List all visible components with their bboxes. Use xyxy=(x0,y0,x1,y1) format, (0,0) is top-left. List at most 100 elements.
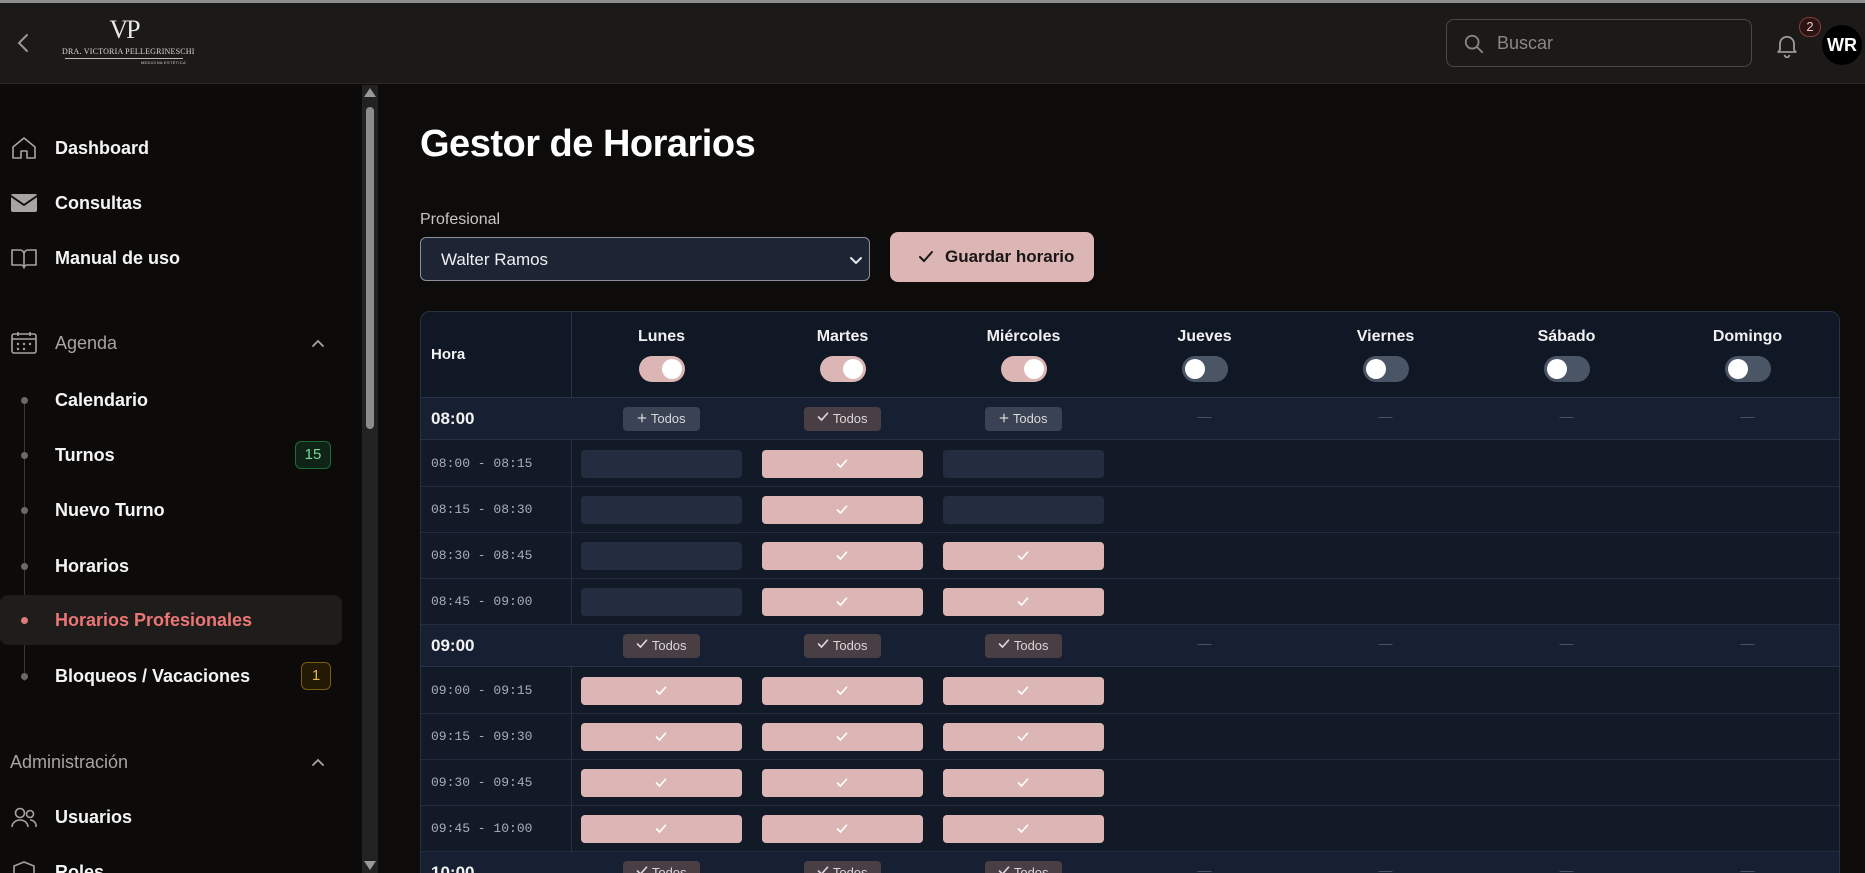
shield-icon xyxy=(13,861,35,873)
sidebar-item-manual[interactable]: Manual de uso xyxy=(0,233,342,283)
sidebar-section-agenda[interactable]: Agenda xyxy=(0,318,342,368)
logo-monogram: VP xyxy=(109,15,140,44)
toggle-knob xyxy=(1184,359,1205,379)
sidebar-item-usuarios[interactable]: Usuarios xyxy=(0,792,342,842)
sidebar-item-bloqueos[interactable]: Bloqueos / Vacaciones 1 xyxy=(0,651,342,701)
select-all-hour-button[interactable]: Todos xyxy=(985,407,1062,431)
sidebar-item-consultas[interactable]: Consultas xyxy=(0,178,342,228)
time-slot-cell[interactable] xyxy=(943,496,1104,524)
check-icon xyxy=(1017,686,1029,696)
day-name: Viernes xyxy=(1356,328,1415,345)
search-box[interactable] xyxy=(1446,19,1752,67)
time-slot-cell[interactable] xyxy=(762,496,923,524)
day-column-header: Jueves xyxy=(1114,328,1295,387)
select-all-hour-button[interactable]: Todos xyxy=(623,861,700,873)
check-icon xyxy=(655,732,667,742)
check-icon xyxy=(1017,551,1029,561)
select-all-hour-button[interactable]: Todos xyxy=(804,861,881,873)
todos-label: Todos xyxy=(651,865,687,873)
day-toggle[interactable] xyxy=(1181,356,1228,382)
day-toggle[interactable] xyxy=(819,356,866,382)
sidebar-item-horarios[interactable]: Horarios xyxy=(0,541,342,591)
check-icon xyxy=(836,551,848,561)
day-toggle[interactable] xyxy=(1543,356,1590,382)
select-all-hour-button[interactable]: Todos xyxy=(985,861,1062,873)
day-toggle[interactable] xyxy=(1000,356,1047,382)
day-toggle[interactable] xyxy=(1724,356,1771,382)
notifications-button[interactable] xyxy=(1773,31,1801,59)
day-column-header: Sábado xyxy=(1476,328,1657,387)
sidebar-item-dashboard[interactable]: Dashboard xyxy=(0,123,342,173)
todos-label: Todos xyxy=(1012,411,1048,426)
logo-divider xyxy=(65,58,183,59)
brand-logo[interactable]: VP DRA. VICTORIA PELLEGRINESCHI MEDICINA… xyxy=(62,15,194,67)
select-all-hour-button[interactable]: Todos xyxy=(623,407,700,431)
check-icon xyxy=(836,459,848,469)
time-slot-cell[interactable] xyxy=(581,815,742,843)
profesional-select[interactable]: Walter Ramos xyxy=(420,237,870,281)
time-slot-cell[interactable] xyxy=(762,677,923,705)
disabled-day-dash: — xyxy=(1740,408,1755,424)
time-slot-cell[interactable] xyxy=(762,769,923,797)
time-slot-cell[interactable] xyxy=(581,450,742,478)
select-all-hour-button[interactable]: Todos xyxy=(804,407,881,431)
time-slot-row: 08:15 - 08:30 xyxy=(421,487,1839,533)
check-icon xyxy=(655,778,667,788)
user-avatar[interactable]: WR xyxy=(1822,25,1862,65)
chevron-down-icon xyxy=(850,257,862,265)
save-schedule-button[interactable]: Guardar horario xyxy=(890,232,1094,282)
search-input[interactable] xyxy=(1497,30,1737,56)
time-slot-cell[interactable] xyxy=(581,496,742,524)
sidebar-item-turnos[interactable]: Turnos 15 xyxy=(0,430,342,480)
notifications-badge: 2 xyxy=(1799,17,1821,37)
sidebar-item-horarios-profesionales[interactable]: Horarios Profesionales xyxy=(0,595,342,645)
time-slot-cell[interactable] xyxy=(581,542,742,570)
sidebar-item-roles[interactable]: Roles xyxy=(0,847,342,873)
todos-label: Todos xyxy=(832,411,868,426)
time-slot-cell[interactable] xyxy=(943,815,1104,843)
select-all-hour-button[interactable]: Todos xyxy=(623,634,700,658)
time-slot-cell[interactable] xyxy=(943,723,1104,751)
select-all-hour-button[interactable]: Todos xyxy=(804,634,881,658)
time-slot-cell[interactable] xyxy=(581,588,742,616)
time-slot-cell[interactable] xyxy=(581,769,742,797)
time-slot-cell[interactable] xyxy=(581,677,742,705)
plus-icon xyxy=(638,413,647,423)
time-slot-cell[interactable] xyxy=(943,450,1104,478)
time-slot-cell[interactable] xyxy=(762,450,923,478)
scroll-thumb[interactable] xyxy=(366,107,374,429)
sidebar-item-calendario[interactable]: Calendario xyxy=(0,375,342,425)
time-slot-cell[interactable] xyxy=(762,588,923,616)
time-slot-cell[interactable] xyxy=(943,588,1104,616)
toggle-knob xyxy=(1727,359,1748,379)
back-button[interactable] xyxy=(12,31,36,55)
day-column-header: Lunes xyxy=(571,328,752,387)
time-slot-cell[interactable] xyxy=(581,723,742,751)
scroll-down-arrow[interactable] xyxy=(364,861,376,870)
day-toggle[interactable] xyxy=(1362,356,1409,382)
check-icon xyxy=(836,686,848,696)
sidebar-section-label: Agenda xyxy=(55,332,118,353)
time-slot-cell[interactable] xyxy=(943,769,1104,797)
time-slot-cell[interactable] xyxy=(762,815,923,843)
day-toggle[interactable] xyxy=(638,356,685,382)
disabled-day-dash: — xyxy=(1559,635,1574,651)
time-slot-cell[interactable] xyxy=(762,723,923,751)
time-slot-cell[interactable] xyxy=(943,677,1104,705)
time-slot-cell[interactable] xyxy=(943,542,1104,570)
day-name: Miércoles xyxy=(986,328,1061,345)
hour-label: 10:00 xyxy=(431,863,475,873)
day-name: Domingo xyxy=(1712,328,1783,345)
sidebar: Dashboard Consultas Manual de uso Agenda… xyxy=(0,85,362,873)
select-all-hour-button[interactable]: Todos xyxy=(985,634,1062,658)
sidebar-item-label: Horarios xyxy=(55,555,130,576)
calendar-icon xyxy=(11,332,37,354)
sidebar-scrollbar[interactable] xyxy=(362,85,378,873)
sidebar-section-admin[interactable]: Administración xyxy=(0,737,342,787)
todos-label: Todos xyxy=(1013,865,1049,873)
scroll-up-arrow[interactable] xyxy=(364,88,376,97)
profesional-selected-value: Walter Ramos xyxy=(441,250,549,269)
sidebar-item-nuevo-turno[interactable]: Nuevo Turno xyxy=(0,485,342,535)
chevron-left-icon xyxy=(17,34,28,52)
time-slot-cell[interactable] xyxy=(762,542,923,570)
